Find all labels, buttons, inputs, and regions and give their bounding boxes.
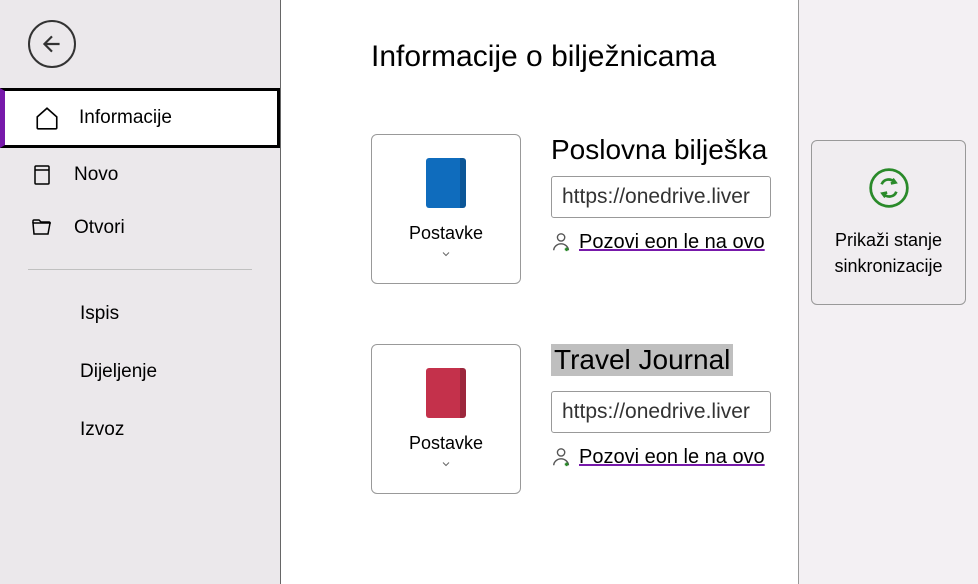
notebook-url-input[interactable]: https://onedrive.liver <box>551 176 771 218</box>
chevron-down-icon <box>438 248 454 260</box>
sync-status-button[interactable]: Prikaži stanje sinkronizacije <box>811 140 966 305</box>
notebook-title: Poslovna bilješka <box>551 134 798 166</box>
back-button[interactable] <box>28 20 76 68</box>
notebook-row: Postavke Travel Journal https://onedrive… <box>371 344 798 494</box>
sidebar-item-label: Otvori <box>74 217 125 239</box>
notebook-info: Travel Journal https://onedrive.liver Po… <box>551 344 798 469</box>
invite-link[interactable]: Pozovi eon le na ovo <box>551 230 798 254</box>
settings-button[interactable]: Postavke <box>371 344 521 494</box>
sync-label: Prikaži stanje sinkronizacije <box>834 228 942 278</box>
home-icon <box>33 105 61 131</box>
sidebar-subitem-label: Izvoz <box>80 419 124 440</box>
sidebar: Informacije Novo Otvori Ispis Dijeljenje… <box>0 0 280 584</box>
settings-label: Postavke <box>409 433 483 454</box>
sidebar-item-label: Novo <box>74 164 118 186</box>
chevron-down-icon <box>438 458 454 470</box>
person-add-icon <box>551 230 573 254</box>
notebook-title[interactable]: Travel Journal <box>551 344 733 376</box>
page-title: Informacije o bilježnicama <box>371 40 798 74</box>
sync-icon <box>867 166 911 210</box>
divider <box>28 269 252 270</box>
sidebar-item-open[interactable]: Otvori <box>0 202 280 254</box>
folder-open-icon <box>28 216 56 240</box>
page-icon <box>28 162 56 188</box>
sidebar-item-label: Informacije <box>79 107 172 129</box>
person-add-icon <box>551 445 573 469</box>
notebook-info: Poslovna bilješka https://onedrive.liver… <box>551 134 798 254</box>
main-content: Informacije o bilježnicama Postavke Posl… <box>280 0 798 584</box>
sidebar-subitem-print[interactable]: Ispis <box>0 285 280 343</box>
sidebar-item-new[interactable]: Novo <box>0 148 280 202</box>
sidebar-subitem-label: Ispis <box>80 303 119 324</box>
sidebar-subitem-export[interactable]: Izvoz <box>0 401 280 459</box>
right-panel: Prikaži stanje sinkronizacije <box>798 0 978 584</box>
notebook-row: Postavke Poslovna bilješka https://onedr… <box>371 134 798 284</box>
sidebar-subitem-label: Dijeljenje <box>80 361 157 382</box>
notebook-url-input[interactable]: https://onedrive.liver <box>551 391 771 433</box>
notebook-title-wrap: Travel Journal <box>551 344 798 391</box>
back-arrow-icon <box>39 31 65 57</box>
sidebar-item-info[interactable]: Informacije <box>0 88 280 148</box>
notebook-icon <box>426 158 466 208</box>
invite-link[interactable]: Pozovi eon le na ovo <box>551 445 798 469</box>
sidebar-subitem-share[interactable]: Dijeljenje <box>0 343 280 401</box>
invite-text: Pozovi eon le na ovo <box>579 446 765 469</box>
settings-label: Postavke <box>409 223 483 244</box>
invite-text: Pozovi eon le na ovo <box>579 231 765 254</box>
notebook-icon <box>426 368 466 418</box>
settings-button[interactable]: Postavke <box>371 134 521 284</box>
